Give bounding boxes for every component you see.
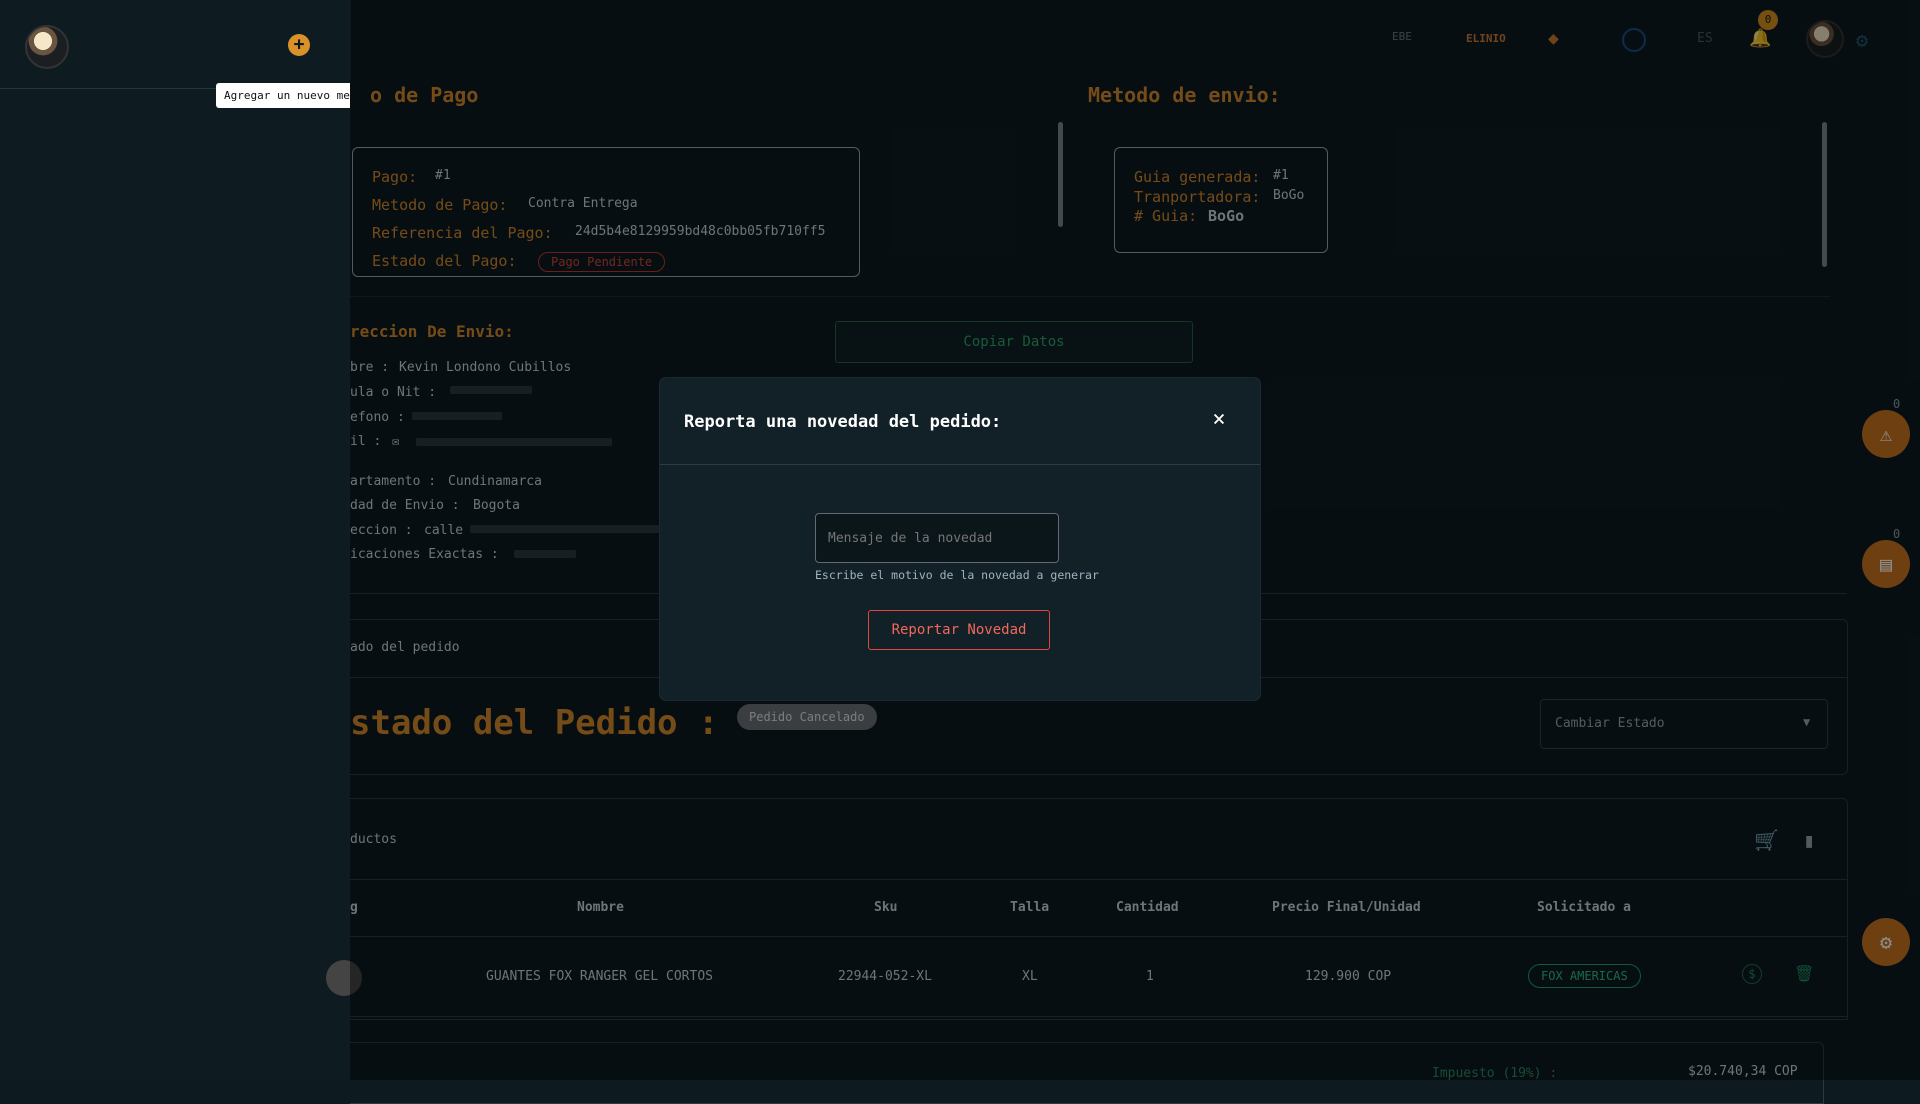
close-icon[interactable]: × bbox=[1207, 408, 1231, 432]
report-novedad-button[interactable]: Reportar Novedad bbox=[868, 610, 1050, 650]
modal-header: Reporta una novedad del pedido: × bbox=[660, 378, 1260, 465]
novedad-message-input[interactable] bbox=[815, 513, 1059, 563]
modal-title: Reporta una novedad del pedido: bbox=[684, 412, 1002, 432]
sidebar-avatar[interactable] bbox=[25, 25, 69, 69]
report-novedad-modal: Reporta una novedad del pedido: × Escrib… bbox=[660, 378, 1260, 700]
novedad-helper-text: Escribe el motivo de la novedad a genera… bbox=[815, 568, 1099, 582]
sidebar bbox=[0, 0, 351, 1080]
add-message-icon[interactable]: + bbox=[288, 34, 310, 56]
